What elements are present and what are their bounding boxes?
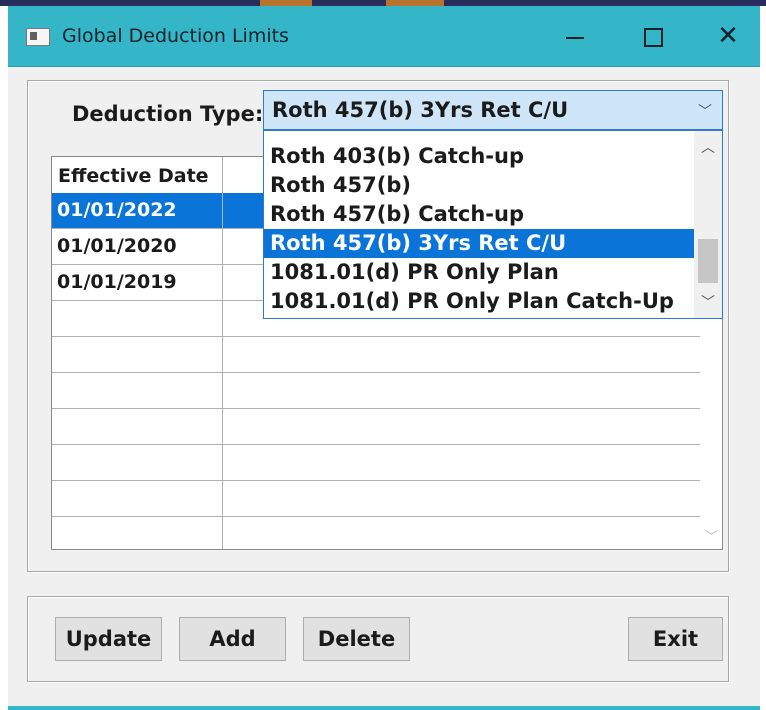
chevron-down-icon[interactable]: ﹀ (698, 101, 712, 121)
selection-highlight (223, 193, 263, 228)
dropdown-option[interactable]: 1081.01(d) PR Only Plan (264, 258, 694, 287)
table-row[interactable] (52, 481, 722, 517)
minimize-icon[interactable] (548, 6, 600, 66)
table-row[interactable] (52, 517, 722, 549)
dropdown-option-label: Roth 457(b) (270, 173, 411, 197)
effective-date-cell: 01/01/2020 (57, 235, 177, 257)
add-button[interactable]: Add (179, 617, 286, 661)
dropdown-option[interactable]: 1081.01(d) PR Only Plan Catch-Up (264, 287, 694, 316)
exit-button[interactable]: Exit (628, 617, 723, 661)
effective-date-header: Effective Date (58, 165, 209, 187)
effective-date-cell: 01/01/2022 (57, 199, 177, 221)
effective-date-cell: 01/01/2019 (57, 271, 177, 293)
dropdown-option[interactable]: Roth 457(b) 3Yrs Ret C/U (264, 229, 694, 258)
scrollbar-thumb[interactable] (698, 239, 718, 283)
window-bottom-edge (8, 706, 760, 710)
deduction-type-value: Roth 457(b) 3Yrs Ret C/U (272, 98, 569, 122)
dropdown-option-label: 1081.01(d) PR Only Plan (270, 260, 559, 284)
dropdown-option-label: Roth 457(b) Catch-up (270, 202, 524, 226)
table-row[interactable] (52, 373, 722, 409)
deduction-type-dropdown-list[interactable]: Roth 403(b) Catch-up Roth 457(b) Roth 457(… (263, 130, 723, 319)
column-separator (222, 157, 223, 549)
dropdown-option-label: Roth 403(b) Catch-up (270, 144, 524, 168)
dropdown-option[interactable]: Roth 403(b) Catch-up (264, 142, 694, 171)
delete-button[interactable]: Delete (303, 617, 410, 661)
deduction-type-label: Deduction Type: (72, 102, 264, 126)
dropdown-scrollbar[interactable]: ︿ ﹀ (694, 131, 722, 318)
chevron-down-icon[interactable]: ﹀ (705, 526, 718, 545)
title-bar[interactable]: Global Deduction Limits ✕ (8, 6, 760, 67)
chevron-down-icon[interactable]: ﹀ (701, 292, 715, 312)
app-window-icon (26, 28, 50, 46)
table-row[interactable] (52, 445, 722, 481)
dropdown-option-label: 1081.01(d) PR Only Plan Catch-Up (270, 289, 674, 313)
table-row[interactable] (52, 337, 722, 373)
table-row[interactable] (52, 409, 722, 445)
close-icon[interactable]: ✕ (702, 6, 754, 66)
update-button[interactable]: Update (55, 617, 162, 661)
chevron-up-icon[interactable]: ︿ (701, 137, 715, 157)
maximize-icon[interactable] (625, 6, 677, 66)
dropdown-option-label: Roth 457(b) 3Yrs Ret C/U (270, 231, 567, 255)
dropdown-option[interactable]: Roth 457(b) (264, 171, 694, 200)
dropdown-option[interactable]: Roth 457(b) Catch-up (264, 200, 694, 229)
window-title: Global Deduction Limits (62, 25, 289, 47)
deduction-type-combobox[interactable]: Roth 457(b) 3Yrs Ret C/U ﹀ (263, 90, 723, 130)
